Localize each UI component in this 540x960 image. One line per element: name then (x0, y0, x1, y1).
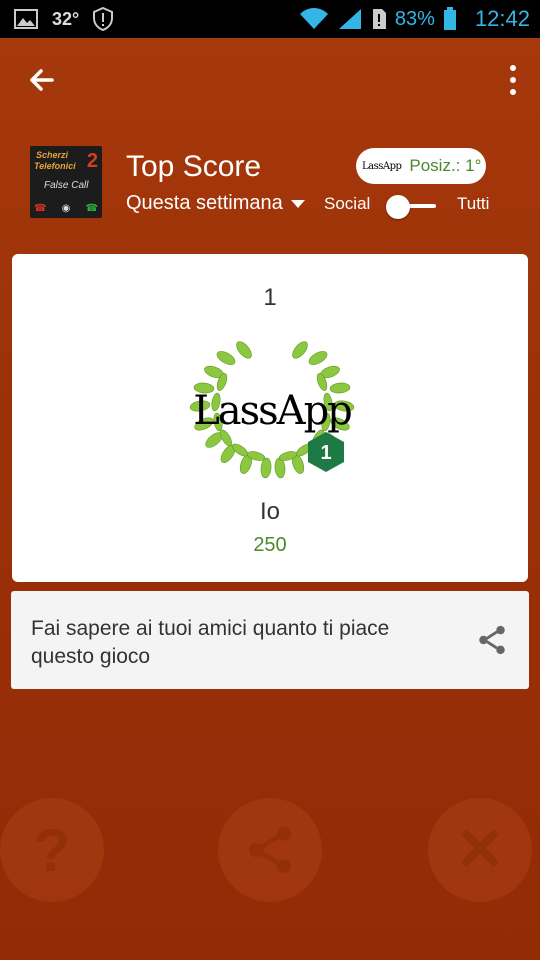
wifi-icon (299, 8, 328, 29)
page-title: Top Score (126, 150, 262, 183)
scope-toggle[interactable]: Social Tutti (324, 192, 504, 222)
sim-alert-icon (372, 9, 386, 29)
bg-close-icon: ✕ (428, 798, 532, 902)
rank-badge: LassApp Posiz.: 1° (356, 148, 486, 184)
temperature-text: 32° (52, 8, 80, 29)
signal-icon (338, 9, 361, 29)
leader-badge-number: 1 (320, 442, 331, 464)
app-icon-line3: False Call (44, 180, 89, 191)
bg-share-icon (218, 798, 322, 902)
leader-position: 1 (263, 284, 277, 311)
app-icon-line2: Telefonici (34, 161, 76, 171)
toggle-label-social: Social (324, 194, 371, 213)
battery-percent: 83% (394, 7, 435, 30)
clock: 12:42 (474, 6, 530, 31)
app-icon-number: 2 (86, 150, 98, 172)
phone-ring-icon: ◉ (61, 203, 71, 214)
gallery-icon (14, 9, 38, 29)
share-message: Fai sapere ai tuoi amici quanto ti piace… (31, 617, 390, 668)
app-icon-phones: ☎ ◉ ☎ (34, 203, 98, 214)
player-score: 250 (253, 534, 287, 556)
app-icon-line1: Scherzi (36, 150, 69, 160)
app-icon: Scherzi Telefonici 2 False Call ☎ ◉ ☎ (30, 146, 102, 218)
leader-card: 1 LassApp 1 Io 250 (12, 254, 528, 582)
bg-help-icon: ? (0, 798, 104, 902)
toggle-label-all: Tutti (457, 194, 490, 213)
share-icon[interactable] (475, 623, 509, 657)
shield-alert-icon (93, 7, 114, 31)
phone-accept-icon: ☎ (85, 203, 98, 214)
app-bar (0, 38, 540, 122)
rank-logo: LassApp (362, 160, 402, 172)
battery-icon (443, 7, 456, 30)
period-dropdown[interactable]: Questa settimana (126, 192, 305, 215)
laurel-wreath-icon: LassApp 1 (189, 341, 355, 479)
share-card[interactable]: Fai sapere ai tuoi amici quanto ti piace… (11, 591, 529, 689)
phone-decline-icon: ☎ (34, 203, 47, 214)
rank-label: Posiz.: 1° (409, 156, 482, 175)
chevron-down-icon (290, 199, 305, 208)
switch-thumb[interactable] (386, 195, 410, 219)
period-label: Questa settimana (126, 192, 283, 214)
more-vert-icon[interactable] (500, 62, 526, 98)
leader-logo-text: LassApp (193, 388, 351, 434)
arrow-back-icon[interactable] (22, 60, 62, 100)
status-bar: 32° 83% 12:42 (0, 0, 540, 38)
player-name: Io (259, 498, 280, 525)
